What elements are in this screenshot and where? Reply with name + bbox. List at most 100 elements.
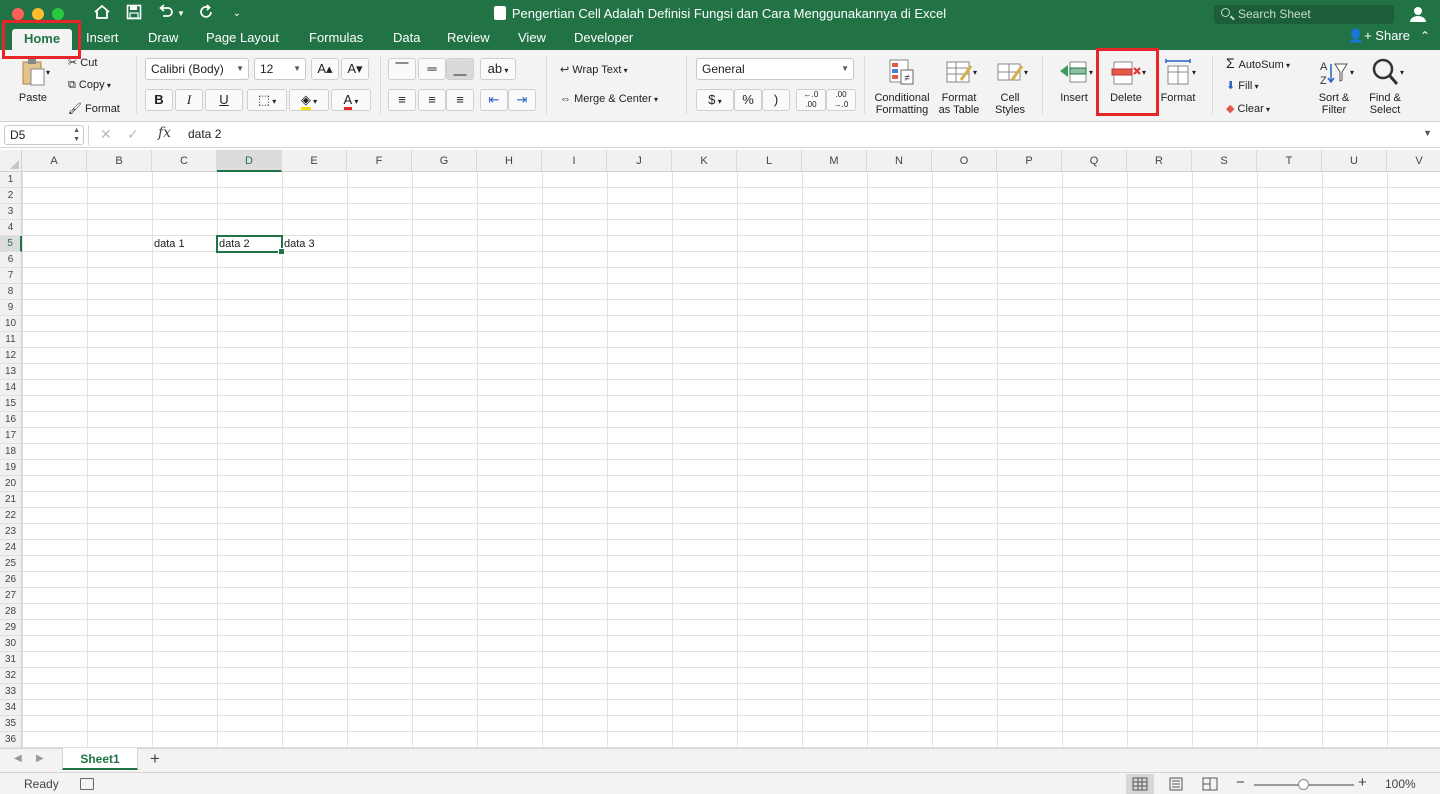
column-header-i[interactable]: I	[542, 150, 607, 172]
align-right-button[interactable]: ≡	[446, 89, 474, 111]
row-header-26[interactable]: 26	[0, 572, 22, 588]
zoom-slider-thumb[interactable]	[1298, 779, 1309, 790]
column-header-d[interactable]: D	[217, 150, 282, 172]
maximize-window-button[interactable]	[52, 8, 64, 20]
currency-button[interactable]: $ ▾	[696, 89, 734, 111]
row-header-10[interactable]: 10	[0, 316, 22, 332]
column-header-o[interactable]: O	[932, 150, 997, 172]
column-header-n[interactable]: N	[867, 150, 932, 172]
tab-view[interactable]: View	[510, 28, 554, 50]
row-header-27[interactable]: 27	[0, 588, 22, 604]
close-window-button[interactable]	[12, 8, 24, 20]
customize-toolbar-icon[interactable]: ⌄	[230, 4, 244, 24]
comma-style-button[interactable]: )	[762, 89, 790, 111]
row-header-19[interactable]: 19	[0, 460, 22, 476]
row-header-7[interactable]: 7	[0, 268, 22, 284]
align-left-button[interactable]: ≡	[388, 89, 416, 111]
search-sheet-input[interactable]: Search Sheet	[1214, 5, 1394, 24]
next-sheet-icon[interactable]: ▶	[36, 753, 44, 764]
insert-cells-button[interactable]: Insert	[1052, 56, 1096, 104]
row-header-17[interactable]: 17	[0, 428, 22, 444]
increase-indent-button[interactable]: ⇥	[508, 89, 536, 111]
autosum-button[interactable]: Σ AutoSum ▾	[1226, 55, 1290, 71]
tab-home[interactable]: Home	[12, 29, 72, 51]
row-header-20[interactable]: 20	[0, 476, 22, 492]
column-header-u[interactable]: U	[1322, 150, 1387, 172]
row-header-2[interactable]: 2	[0, 188, 22, 204]
row-header-25[interactable]: 25	[0, 556, 22, 572]
sort-dropdown-icon[interactable]: ▾	[1350, 68, 1354, 77]
italic-button[interactable]: I	[175, 89, 203, 111]
row-header-18[interactable]: 18	[0, 444, 22, 460]
row-header-31[interactable]: 31	[0, 652, 22, 668]
bold-button[interactable]: B	[145, 89, 173, 111]
paste-dropdown-icon[interactable]: ▾	[46, 68, 50, 77]
save-icon[interactable]	[124, 4, 144, 24]
decrease-font-size-button[interactable]: A▾	[341, 58, 369, 80]
row-header-23[interactable]: 23	[0, 524, 22, 540]
orientation-button[interactable]: ab ▾	[480, 58, 516, 80]
format-as-table-button[interactable]: Format as Table	[934, 56, 984, 116]
delete-cells-button[interactable]: Delete	[1104, 56, 1148, 104]
row-header-12[interactable]: 12	[0, 348, 22, 364]
column-header-j[interactable]: J	[607, 150, 672, 172]
tab-developer[interactable]: Developer	[566, 28, 641, 50]
column-header-v[interactable]: V	[1387, 150, 1440, 172]
select-all-button[interactable]	[0, 150, 22, 172]
row-header-13[interactable]: 13	[0, 364, 22, 380]
insert-dropdown-icon[interactable]: ▾	[1089, 68, 1093, 77]
paste-button[interactable]: Paste	[12, 56, 54, 104]
align-center-button[interactable]: ≡	[418, 89, 446, 111]
format-table-dropdown-icon[interactable]: ▾	[973, 68, 977, 77]
row-header-8[interactable]: 8	[0, 284, 22, 300]
home-icon[interactable]	[92, 4, 112, 24]
wrap-text-button[interactable]: ↩ Wrap Text ▾	[560, 63, 628, 76]
fill-button[interactable]: ⬇ Fill ▾	[1226, 79, 1259, 92]
column-header-m[interactable]: M	[802, 150, 867, 172]
fill-color-button[interactable]: ◈ ▾	[289, 89, 329, 111]
tab-data[interactable]: Data	[385, 28, 428, 50]
tab-page-layout[interactable]: Page Layout	[198, 28, 287, 50]
font-size-select[interactable]: 12 ▼	[254, 58, 306, 80]
align-middle-button[interactable]: ═	[418, 58, 446, 80]
borders-button[interactable]: ⬚ ▾	[247, 89, 287, 111]
column-header-c[interactable]: C	[152, 150, 217, 172]
font-name-select[interactable]: Calibri (Body) ▼	[145, 58, 249, 80]
name-box[interactable]: D5 ▲ ▼	[4, 125, 84, 145]
underline-button[interactable]: U	[205, 89, 243, 111]
find-select-button[interactable]: Find & Select	[1362, 56, 1408, 116]
column-header-t[interactable]: T	[1257, 150, 1322, 172]
column-header-s[interactable]: S	[1192, 150, 1257, 172]
clear-button[interactable]: ◆ Clear ▾	[1226, 102, 1270, 115]
format-painter-button[interactable]: 🖌 Format	[68, 102, 120, 115]
row-header-3[interactable]: 3	[0, 204, 22, 220]
tab-draw[interactable]: Draw	[140, 28, 186, 50]
increase-decimal-button[interactable]: ←.0.00	[796, 89, 826, 111]
row-header-4[interactable]: 4	[0, 220, 22, 236]
copy-dropdown-icon[interactable]: ▾	[105, 81, 111, 90]
row-header-14[interactable]: 14	[0, 380, 22, 396]
format-dropdown-icon[interactable]: ▾	[1192, 68, 1196, 77]
cell-styles-dropdown-icon[interactable]: ▾	[1024, 68, 1028, 77]
row-header-22[interactable]: 22	[0, 508, 22, 524]
row-header-33[interactable]: 33	[0, 684, 22, 700]
record-macro-icon[interactable]	[80, 778, 94, 790]
row-header-9[interactable]: 9	[0, 300, 22, 316]
formula-input[interactable]: data 2	[188, 127, 221, 141]
column-header-k[interactable]: K	[672, 150, 737, 172]
column-header-h[interactable]: H	[477, 150, 542, 172]
tab-insert[interactable]: Insert	[78, 28, 127, 50]
column-header-g[interactable]: G	[412, 150, 477, 172]
sort-filter-button[interactable]: AZ Sort & Filter	[1310, 56, 1358, 116]
row-header-29[interactable]: 29	[0, 620, 22, 636]
cell-styles-button[interactable]: Cell Styles	[986, 56, 1034, 116]
row-header-32[interactable]: 32	[0, 668, 22, 684]
confirm-entry-icon[interactable]: ✓	[127, 126, 139, 143]
collapse-ribbon-icon[interactable]: ⌃	[1420, 29, 1430, 43]
zoom-out-button[interactable]: −	[1236, 774, 1245, 791]
align-top-button[interactable]: ⎺	[388, 58, 416, 80]
row-header-34[interactable]: 34	[0, 700, 22, 716]
previous-sheet-icon[interactable]: ◀	[14, 753, 22, 764]
cancel-entry-icon[interactable]: ✕	[100, 126, 112, 143]
row-header-11[interactable]: 11	[0, 332, 22, 348]
